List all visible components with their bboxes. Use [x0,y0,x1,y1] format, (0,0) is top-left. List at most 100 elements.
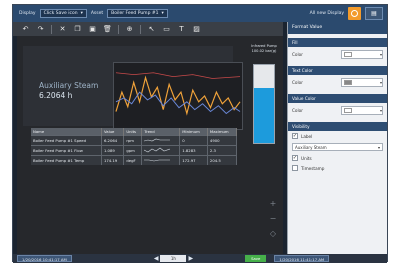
trend-chart[interactable] [113,62,243,130]
zoom-out-icon[interactable]: − [267,211,279,226]
undo-icon[interactable]: ↶ [21,22,30,36]
cell-trend [141,145,181,156]
asset-label: Asset [90,11,104,16]
label-text-field[interactable]: Auxiliary Steam ▾ [292,143,383,151]
gear-icon[interactable] [348,7,361,20]
value-color-row: Color ▾ [288,103,387,118]
cell-value: 174.19 [101,155,125,165]
vertical-gauge[interactable]: Infrared Pump 100.02 bar(g) [249,44,279,144]
cell-maximum: 2.3 [207,145,238,156]
table-row[interactable]: Boiler Feed Pump #1 Speed 6.2064 rpm 0 4… [31,135,238,146]
table-header-row: Name Value Units Trend Minimum Maximum [31,128,238,136]
layer-icon[interactable]: ▤ [365,7,383,20]
units-checkbox[interactable]: ✓ [292,155,298,161]
chevron-down-icon: ▾ [379,108,382,113]
col-maximum: Maximum [207,128,238,136]
cell-trend [141,135,181,146]
label-text-field-value: Auxiliary Steam [295,145,327,150]
gauge-fill [254,88,274,143]
col-minimum: Minimum [179,128,208,136]
trend-series-3 [115,72,241,79]
display-dropdown[interactable]: Click Save icon ▾ [39,9,87,18]
section-visibility[interactable]: Visibility [288,122,387,131]
asset-dropdown[interactable]: Boiler Feed Pump #1 ▾ [107,9,168,18]
gauge-tube [253,64,275,144]
section-text-color[interactable]: Text Color [288,66,387,75]
display-dropdown-value: Click Save icon [43,11,78,16]
value-color-picker[interactable]: ▾ [341,106,383,115]
cell-name: Boiler Feed Pump #1 Speed [31,135,102,146]
fit-icon[interactable]: ◇ [267,226,279,241]
cell-name: Boiler Feed Pump #1 Flow [31,145,102,156]
chevron-down-icon: ▾ [379,52,382,57]
sparkline [144,159,171,162]
toolbar-divider [51,24,52,34]
cut-icon[interactable]: ✕ [58,22,67,36]
display-label: Display [19,11,36,16]
time-range[interactable]: 1h [160,255,187,262]
chevron-down-icon: ▾ [379,80,382,85]
text-icon[interactable]: T [177,22,186,36]
fill-color-picker[interactable]: ▾ [341,50,383,59]
cell-trend [141,155,181,165]
image-icon[interactable]: ▨ [192,22,201,36]
table-row[interactable]: Boiler Feed Pump #1 Flow 1.089 gpm 1.828… [31,145,238,156]
text-color-label: Color [292,80,303,85]
editor-toolbar: ↶ ↷ ✕ ❐ ▣ 🗑 ⊕ ↖ ▭ T ▨ [13,22,283,36]
zoom-icon[interactable]: ⊕ [125,22,134,36]
display-canvas[interactable]: Auxiliary Steam 6.2064 h Infrared Pump 1… [17,36,283,254]
toolbar-divider [118,24,119,34]
value-color-label: Color [292,108,303,113]
toolbar-divider [140,24,141,34]
cell-minimum: 1.8283 [179,145,208,156]
canvas-side-tools: + − ◇ [267,196,279,241]
end-time[interactable]: 1/20/2016 11:41:17 AM [274,255,330,262]
fill-color-row: Color ▾ [288,47,387,62]
label-checkbox-text: Label [301,133,313,139]
save-button[interactable]: Save [245,255,267,262]
tile-value: 6.2064 h [39,91,72,100]
timestamp-checkbox-row[interactable]: Timestamp [288,163,387,173]
sparkline [144,138,171,142]
chevron-down-icon: ▾ [161,11,164,16]
asset-dropdown-value: Boiler Feed Pump #1 [111,11,159,16]
time-nav: ◀ 1h ▶ [154,255,193,262]
asset-table[interactable]: Name Value Units Trend Minimum Maximum B… [31,128,238,165]
cell-value: 6.2064 [101,135,125,146]
format-panel: Format Value Fill Color ▾ Text Color Col… [287,22,387,254]
paste-icon[interactable]: ▣ [88,22,97,36]
zoom-in-icon[interactable]: + [267,196,279,211]
table-row[interactable]: Boiler Feed Pump #1 Temp 174.19 degF 172… [31,155,238,165]
section-value-color[interactable]: Value Color [288,94,387,103]
forward-arrow-icon[interactable]: ▶ [188,255,193,262]
col-name: Name [31,128,102,136]
cell-units: gpm [123,145,143,156]
sparkline [144,147,171,153]
value-tile[interactable]: Auxiliary Steam 6.2064 h [23,46,243,130]
back-arrow-icon[interactable]: ◀ [154,255,159,262]
value-color-swatch [344,108,352,113]
select-icon[interactable]: ↖ [147,22,156,36]
text-color-swatch [344,80,352,85]
top-bar: Display Click Save icon ▾ Asset Boiler F… [13,5,387,22]
text-color-picker[interactable]: ▾ [341,78,383,87]
tile-value-unit: h [67,91,73,100]
copy-icon[interactable]: ❐ [73,22,82,36]
cell-maximum: 204.5 [207,155,238,165]
delete-icon[interactable]: 🗑 [103,22,112,36]
col-trend: Trend [141,128,181,136]
cell-name: Boiler Feed Pump #1 Temp [31,155,102,165]
cell-minimum: 0 [179,135,208,146]
all-new-display-link[interactable]: All new Display [310,11,344,16]
units-checkbox-row[interactable]: ✓ Units [288,153,387,163]
shape-icon[interactable]: ▭ [162,22,171,36]
section-fill[interactable]: Fill [288,38,387,47]
tile-title: Auxiliary Steam [39,81,99,90]
redo-icon[interactable]: ↷ [36,22,45,36]
app-frame: Display Click Save icon ▾ Asset Boiler F… [12,4,388,263]
start-time[interactable]: 1/20/2016 10:41:17 AM [17,255,72,262]
timestamp-checkbox[interactable] [292,165,298,171]
gauge-label: Infrared Pump [251,44,277,48]
label-checkbox-row[interactable]: ✓ Label [288,131,387,141]
label-checkbox[interactable]: ✓ [292,133,298,139]
